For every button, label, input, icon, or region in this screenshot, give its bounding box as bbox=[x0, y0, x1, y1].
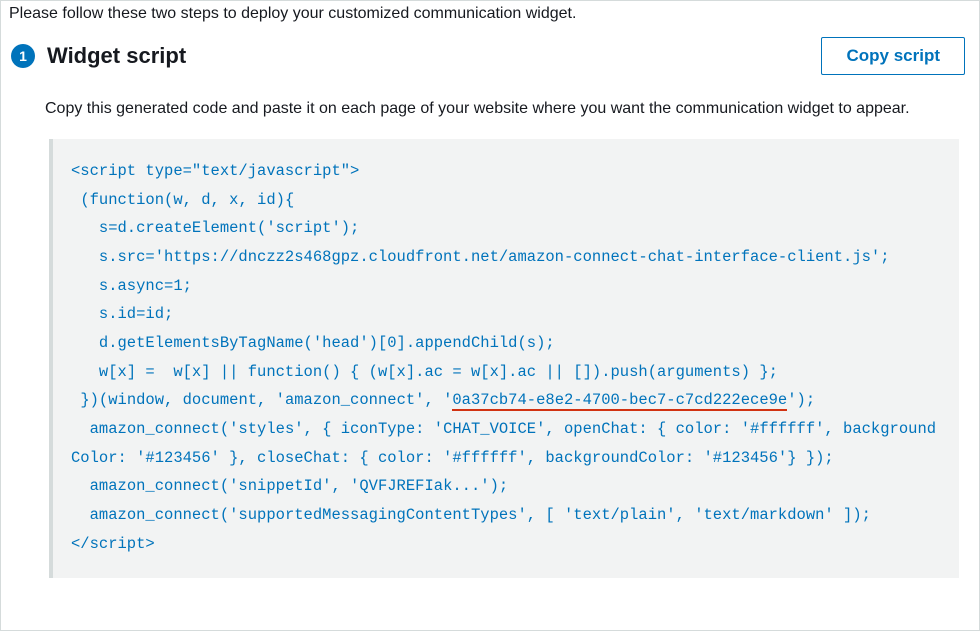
code-line: <script type="text/javascript"> bbox=[71, 162, 359, 180]
widget-script-code[interactable]: <script type="text/javascript"> (functio… bbox=[49, 139, 959, 578]
section-header-left: 1 Widget script bbox=[11, 43, 186, 69]
code-line: amazon_connect('styles', { iconType: 'CH… bbox=[71, 420, 936, 467]
code-line: </script> bbox=[71, 535, 155, 553]
code-line: s.src='https://dnczz2s468gpz.cloudfront.… bbox=[71, 248, 890, 266]
code-line: })(window, document, 'amazon_connect', ' bbox=[71, 391, 452, 409]
deploy-widget-panel: Please follow these two steps to deploy … bbox=[1, 1, 979, 578]
section-header: 1 Widget script Copy script bbox=[1, 37, 979, 75]
copy-script-button[interactable]: Copy script bbox=[821, 37, 965, 75]
section-title: Widget script bbox=[47, 43, 186, 69]
code-line: s.id=id; bbox=[71, 305, 173, 323]
step-number-badge: 1 bbox=[11, 44, 35, 68]
code-line: d.getElementsByTagName('head')[0].append… bbox=[71, 334, 555, 352]
code-line: amazon_connect('snippetId', 'QVFJREFIak.… bbox=[71, 477, 508, 495]
code-line: '); bbox=[787, 391, 815, 409]
code-line: amazon_connect('supportedMessagingConten… bbox=[71, 506, 871, 524]
code-line: (function(w, d, x, id){ bbox=[71, 191, 294, 209]
section-description: Copy this generated code and paste it on… bbox=[1, 75, 979, 139]
code-line: w[x] = w[x] || function() { (w[x].ac = w… bbox=[71, 363, 778, 381]
code-line: s=d.createElement('script'); bbox=[71, 219, 359, 237]
intro-text: Please follow these two steps to deploy … bbox=[1, 1, 979, 37]
widget-id-highlighted: 0a37cb74-e8e2-4700-bec7-c7cd222ece9e bbox=[452, 391, 787, 411]
code-line: s.async=1; bbox=[71, 277, 192, 295]
